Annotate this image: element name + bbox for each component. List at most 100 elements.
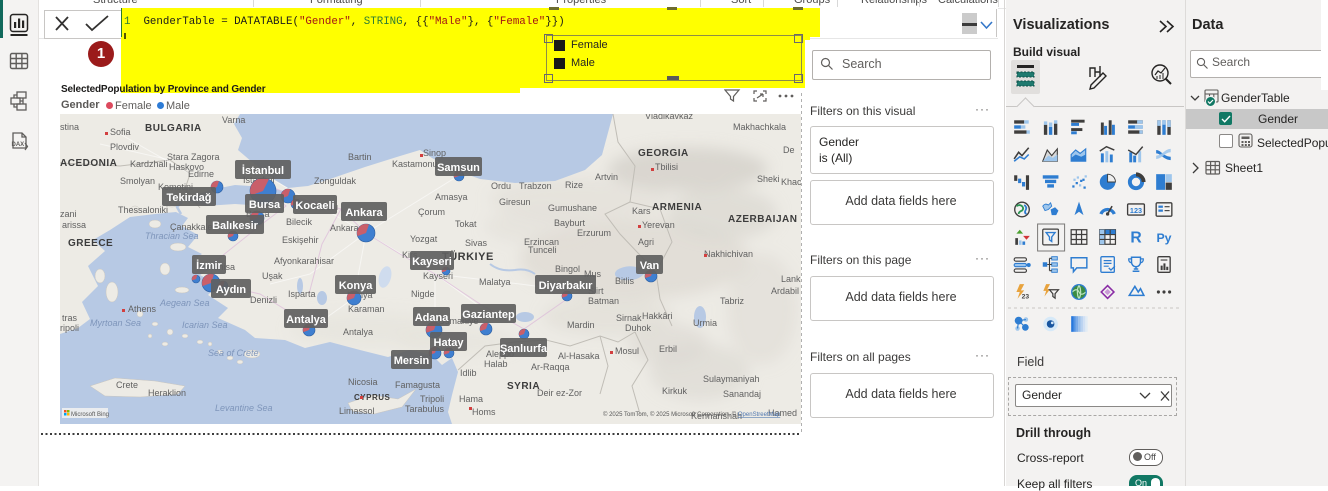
svg-text:Batman: Batman (588, 296, 619, 306)
svg-text:Antalya: Antalya (343, 327, 373, 337)
svg-text:Artvin: Artvin (595, 172, 618, 182)
svg-text:Icarian Sea: Icarian Sea (182, 320, 228, 330)
svg-text:Şanlıurfa: Şanlıurfa (500, 343, 548, 355)
svg-text:Al-Hasaka: Al-Hasaka (558, 351, 600, 361)
svg-text:Isparta: Isparta (288, 289, 316, 299)
svg-text:Ar-Raqqa: Ar-Raqqa (531, 362, 570, 372)
svg-text:Kardzhali: Kardzhali (130, 159, 168, 169)
svg-text:Homs: Homs (472, 407, 496, 417)
svg-text:AZERBAIJAN: AZERBAIJAN (728, 214, 797, 225)
svg-text:Mosul: Mosul (615, 346, 639, 356)
svg-text:SYRIA: SYRIA (507, 381, 540, 392)
svg-text:Giresun: Giresun (499, 197, 531, 207)
svg-text:Makhachkala: Makhachkala (733, 122, 786, 132)
svg-text:Stara Zagora: Stara Zagora (167, 152, 220, 162)
svg-text:Karaman: Karaman (348, 304, 385, 314)
svg-text:Athens: Athens (128, 304, 157, 314)
svg-text:Nigde: Nigde (411, 289, 435, 299)
svg-text:Varna: Varna (222, 115, 245, 125)
svg-text:Py: Py (1156, 231, 1171, 245)
svg-text:Van: Van (640, 260, 660, 272)
svg-text:Tunceli: Tunceli (528, 245, 557, 255)
svg-text:Bursa: Bursa (249, 199, 281, 211)
svg-text:Trabzon: Trabzon (519, 181, 552, 191)
svg-text:Edirne: Edirne (188, 169, 214, 179)
svg-text:Tbilisi: Tbilisi (655, 162, 678, 172)
svg-text:Halab: Halab (484, 359, 508, 369)
svg-text:tras: tras (62, 313, 78, 323)
svg-text:Hatay: Hatay (434, 337, 465, 349)
svg-text:Plovdiv: Plovdiv (110, 142, 140, 152)
svg-text:Myrtoan Sea: Myrtoan Sea (90, 318, 141, 328)
svg-text:Tarabulus: Tarabulus (405, 404, 445, 414)
svg-text:Bartin: Bartin (348, 152, 372, 162)
svg-text:Denizli: Denizli (250, 295, 277, 305)
svg-text:123: 123 (1130, 206, 1142, 215)
svg-text:İzmir: İzmir (196, 259, 222, 272)
svg-text:Ankara: Ankara (330, 223, 359, 233)
svg-text:Rize: Rize (565, 180, 583, 190)
svg-text:Ardabil: Ardabil (771, 286, 799, 296)
svg-text:R: R (1130, 230, 1141, 247)
svg-text:DAX: DAX (12, 142, 25, 148)
svg-text:Agri: Agri (638, 237, 654, 247)
svg-text:Famagusta: Famagusta (395, 380, 440, 390)
svg-text:Nakhichivan: Nakhichivan (704, 249, 753, 259)
svg-text:Hama: Hama (459, 394, 483, 404)
svg-text:zani: zani (60, 209, 77, 219)
svg-text:Deir ez-Zor: Deir ez-Zor (537, 388, 582, 398)
svg-text:Mersin: Mersin (394, 355, 430, 367)
svg-text:Bingol: Bingol (555, 264, 580, 274)
svg-text:Bayburt: Bayburt (554, 218, 586, 228)
svg-text:Sivas: Sivas (465, 238, 488, 248)
svg-text:GEORGIA: GEORGIA (638, 148, 689, 159)
svg-text:Adana: Adana (415, 312, 450, 324)
svg-text:Sheki: Sheki (757, 174, 780, 184)
svg-text:Limassol: Limassol (339, 406, 375, 416)
svg-text:Urmia: Urmia (693, 318, 717, 328)
svg-text:BULGARIA: BULGARIA (145, 123, 202, 134)
svg-text:Tabriz: Tabriz (720, 296, 745, 306)
svg-text:Balıkesir: Balıkesir (212, 220, 259, 232)
svg-text:Afyonkarahisar: Afyonkarahisar (274, 256, 334, 266)
svg-text:Konya: Konya (339, 280, 374, 292)
svg-text:Kars: Kars (632, 206, 651, 216)
svg-text:Diyarbakır: Diyarbakır (539, 280, 594, 292)
svg-text:Samsun: Samsun (437, 162, 480, 174)
svg-text:Nicosia: Nicosia (348, 377, 378, 387)
svg-text:Kayseri: Kayseri (412, 256, 452, 268)
svg-text:Gaziantep: Gaziantep (462, 309, 515, 321)
svg-text:Mardin: Mardin (567, 320, 595, 330)
svg-text:Kastamonu: Kastamonu (392, 159, 438, 169)
svg-text:Eskişehir: Eskişehir (282, 235, 319, 245)
svg-text:İstanbul: İstanbul (242, 164, 284, 177)
svg-text:Microsoft Bing: Microsoft Bing (71, 412, 109, 418)
svg-text:Hakkâri: Hakkâri (642, 311, 673, 321)
svg-text:Erzurum: Erzurum (577, 228, 611, 238)
svg-text:ARMENIA: ARMENIA (652, 202, 702, 213)
svg-text:Levantine Sea: Levantine Sea (215, 403, 273, 413)
svg-text:Tekirdağ: Tekirdağ (166, 192, 211, 204)
svg-text:Ankara: Ankara (345, 207, 383, 219)
svg-text:CYPRUS: CYPRUS (354, 393, 391, 402)
svg-text:Gumushane: Gumushane (548, 203, 597, 213)
svg-text:23: 23 (1022, 294, 1030, 301)
svg-text:stina: stina (60, 122, 79, 132)
svg-text:Erbil: Erbil (659, 344, 677, 354)
svg-text:ACEDONIA: ACEDONIA (60, 158, 117, 169)
svg-text:Yozgat: Yozgat (410, 234, 438, 244)
svg-text:ripoli: ripoli (60, 323, 79, 333)
svg-text:Zonguldak: Zonguldak (314, 176, 357, 186)
svg-text:Kocaeli: Kocaeli (295, 200, 334, 212)
svg-text:arissa: arissa (62, 220, 86, 230)
svg-text:Aegean Sea: Aegean Sea (159, 298, 210, 308)
svg-text:Tripoli: Tripoli (420, 394, 444, 404)
svg-text:Smolyan: Smolyan (120, 176, 155, 186)
svg-text:Malatya: Malatya (479, 277, 511, 287)
svg-text:Lank: Lank (781, 274, 801, 284)
svg-text:Amasya: Amasya (435, 192, 468, 202)
svg-text:Heraklion: Heraklion (148, 388, 186, 398)
svg-text:Vladikavkaz: Vladikavkaz (645, 114, 694, 121)
svg-text:© 2025 TomTom, © 2025 Microsof: © 2025 TomTom, © 2025 Microsoft Corporat… (603, 411, 781, 418)
svg-text:Ordu: Ordu (491, 181, 511, 191)
